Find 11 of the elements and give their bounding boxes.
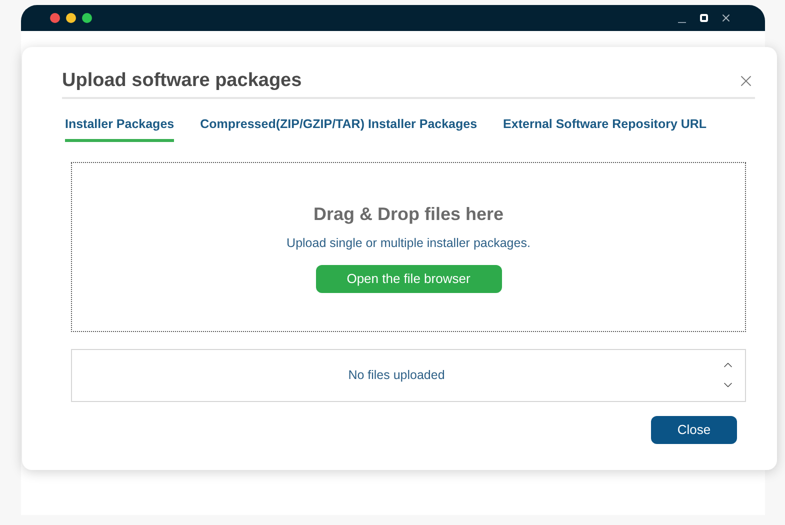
tab[interactable]: Compressed(ZIP/GZIP/TAR) Installer Packages: [200, 115, 478, 142]
drop-heading: Drag & Drop files here: [313, 202, 504, 226]
drop-hint: Upload single or multiple installer packages.: [286, 234, 530, 252]
tab[interactable]: External Software Repository URL: [503, 115, 707, 142]
tab[interactable]: Installer Packages: [65, 115, 174, 142]
close-button[interactable]: Close: [651, 416, 737, 444]
dialog-title: Upload software packages: [62, 68, 302, 93]
window-close-icon[interactable]: [720, 12, 732, 24]
drop-zone[interactable]: Drag & Drop files here Upload single or multiple installer packages. Open the file browser: [71, 162, 746, 332]
empty-message: No files uploaded: [347, 366, 446, 384]
restore-icon[interactable]: [700, 14, 708, 22]
